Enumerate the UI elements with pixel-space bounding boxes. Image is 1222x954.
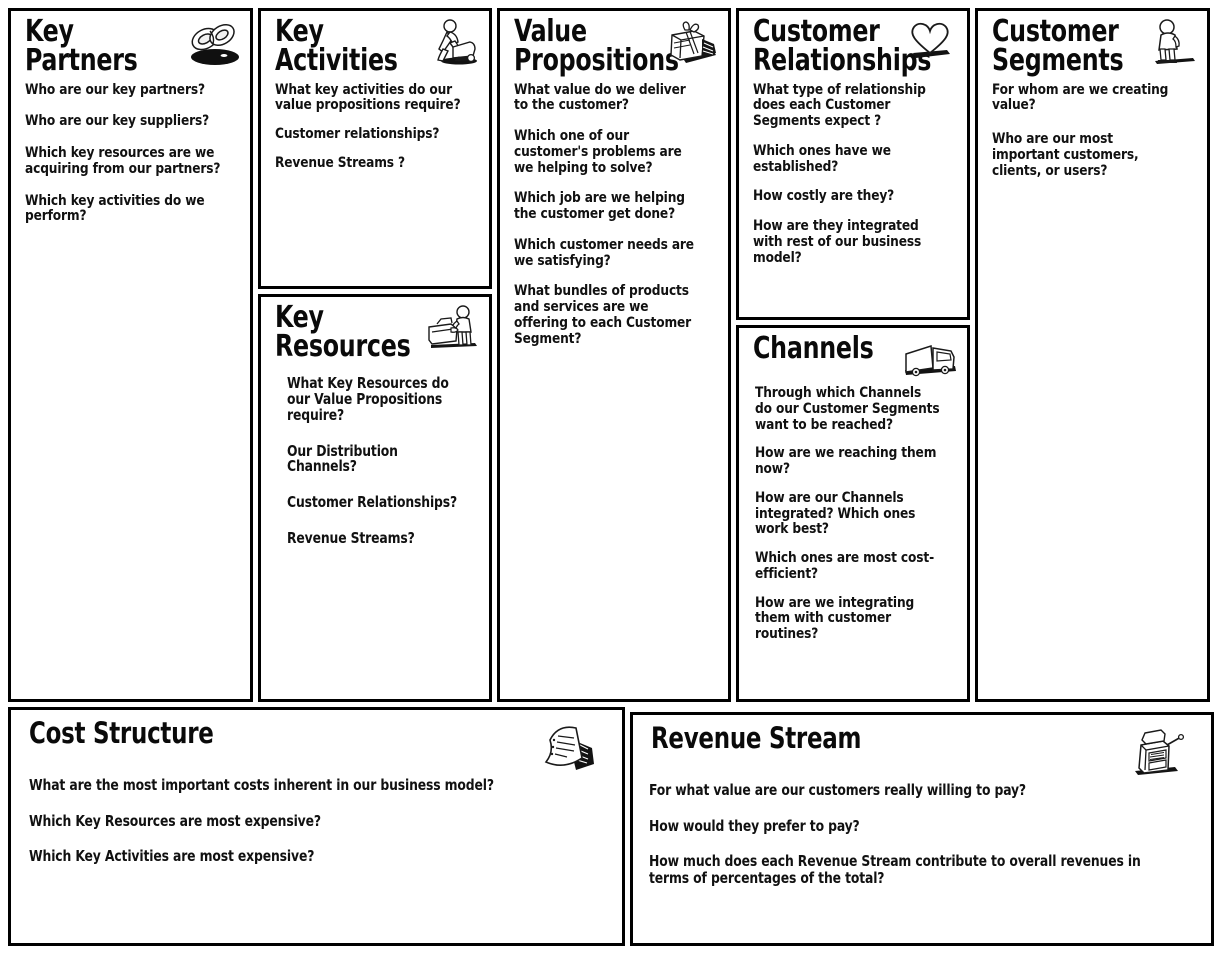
block-header: Key Resources (261, 297, 489, 364)
question-list-key-partners: Who are our key partners? Who are our ke… (11, 78, 250, 249)
block-revenue-stream[interactable]: Revenue Stream For what value are our cu… (630, 712, 1214, 946)
block-title-revenue-stream: Revenue Stream (651, 721, 862, 755)
question-item: Which ones have we established? (753, 141, 891, 175)
question-item: How would they prefer to pay? (649, 817, 860, 835)
question-item: Which job are we helping the customer ge… (514, 189, 685, 223)
block-title-key-resources: Key Resources (275, 300, 411, 364)
question-item: Which one of our customer's problems are… (514, 127, 682, 176)
block-title-customer-segments: Customer Segments (992, 14, 1124, 78)
question-item: Revenue Streams? (287, 530, 415, 548)
question-item: How are we integrating them with custome… (755, 593, 915, 642)
question-item: Who are our most important customers, cl… (992, 130, 1139, 179)
block-title-cost-structure: Cost Structure (29, 716, 214, 750)
question-list-key-resources: What Key Resources do our Value Proposit… (261, 364, 489, 576)
business-model-canvas: Key Partners Who are our key partners? W… (0, 0, 1222, 954)
question-list-channels: Through which Channels do our Customer S… (739, 381, 967, 650)
block-customer-segments[interactable]: Customer Segments For whom are we creati… (975, 8, 1210, 702)
canvas-bottom-row: Cost Structure What are the most importa… (8, 707, 1214, 946)
question-list-value-propositions: What value do we deliver to the customer… (500, 78, 728, 370)
question-item: Through which Channels do our Customer S… (755, 384, 940, 433)
column-customer-relationships-channels: Customer Relationships What type of rela… (736, 8, 970, 702)
question-item: What Key Resources do our Value Proposit… (287, 374, 449, 424)
block-cost-structure[interactable]: Cost Structure What are the most importa… (8, 707, 625, 946)
block-title-value-propositions: Value Propositions (514, 14, 679, 78)
question-item: What bundles of products and services ar… (514, 282, 692, 347)
question-item: How much does each Revenue Stream contri… (649, 853, 1141, 887)
question-item: What type of relationship does each Cust… (753, 80, 926, 130)
block-header: Key Partners (11, 11, 250, 78)
question-item: For whom are we creating value? (992, 80, 1169, 114)
block-title-customer-relationships: Customer Relationships (753, 14, 932, 78)
question-list-key-activities: What key activities do our value proposi… (261, 78, 489, 179)
block-channels[interactable]: Channels Through which Channels do our C… (736, 325, 970, 702)
question-item: Our Distribution Channels? (287, 442, 398, 476)
question-item: Which customer needs are we satisfying? (514, 235, 694, 269)
block-value-propositions[interactable]: Value Propositions What value do we deli… (497, 8, 731, 702)
question-item: How are our Channels integrated? Which o… (755, 488, 916, 538)
question-item: Customer relationships? (275, 125, 440, 143)
block-header: Channels (739, 328, 967, 381)
block-key-resources[interactable]: Key Resources What Key Resources do our … (258, 294, 492, 702)
question-list-cost-structure: What are the most important costs inhere… (11, 768, 622, 893)
question-list-customer-relationships: What type of relationship does each Cust… (739, 78, 967, 288)
question-item: What are the most important costs inhere… (29, 777, 494, 794)
question-item: Which Key Resources are most expensive? (29, 812, 321, 830)
block-title-key-partners: Key Partners (25, 14, 138, 78)
block-header: Value Propositions (500, 11, 728, 78)
block-key-partners[interactable]: Key Partners Who are our key partners? W… (8, 8, 253, 702)
block-title-channels: Channels (753, 331, 874, 366)
column-value-propositions: Value Propositions What value do we deli… (497, 8, 731, 702)
question-item: Who are our key suppliers? (25, 112, 210, 130)
question-item: Who are our key partners? (25, 80, 205, 98)
column-customer-segments: Customer Segments For whom are we creati… (975, 8, 1210, 702)
question-item: Customer Relationships? (287, 494, 458, 512)
question-item: Which Key Activities are most expensive? (29, 848, 315, 866)
question-list-revenue-stream: For what value are our customers really … (633, 773, 1211, 914)
question-item: Which key resources are we acquiring fro… (25, 144, 221, 177)
question-item: For what value are our customers really … (649, 782, 1026, 799)
block-header: Key Activities (261, 11, 489, 78)
question-item: What key activities do our value proposi… (275, 80, 461, 114)
question-item: Revenue Streams ? (275, 153, 405, 171)
block-customer-relationships[interactable]: Customer Relationships What type of rela… (736, 8, 970, 320)
block-header: Customer Relationships (739, 11, 967, 78)
question-item: How costly are they? (753, 187, 895, 205)
question-item: What value do we deliver to the customer… (514, 80, 686, 114)
question-item: How are they integrated with rest of our… (753, 217, 922, 266)
column-key-activities-resources: Key Activities What key activities do ou… (258, 8, 492, 702)
block-title-key-activities: Key Activities (275, 14, 398, 78)
block-header: Customer Segments (978, 11, 1207, 78)
question-list-customer-segments: For whom are we creating value? Who are … (978, 78, 1207, 205)
column-key-partners: Key Partners Who are our key partners? W… (8, 8, 253, 702)
block-header: Cost Structure (11, 710, 622, 770)
canvas-top-row: Key Partners Who are our key partners? W… (8, 8, 1214, 702)
question-item: How are we reaching them now? (755, 444, 937, 477)
question-item: Which ones are most cost-efficient? (755, 549, 934, 582)
block-header: Revenue Stream (633, 715, 1211, 775)
question-item: Which key activities do we perform? (25, 191, 205, 225)
block-key-activities[interactable]: Key Activities What key activities do ou… (258, 8, 492, 289)
